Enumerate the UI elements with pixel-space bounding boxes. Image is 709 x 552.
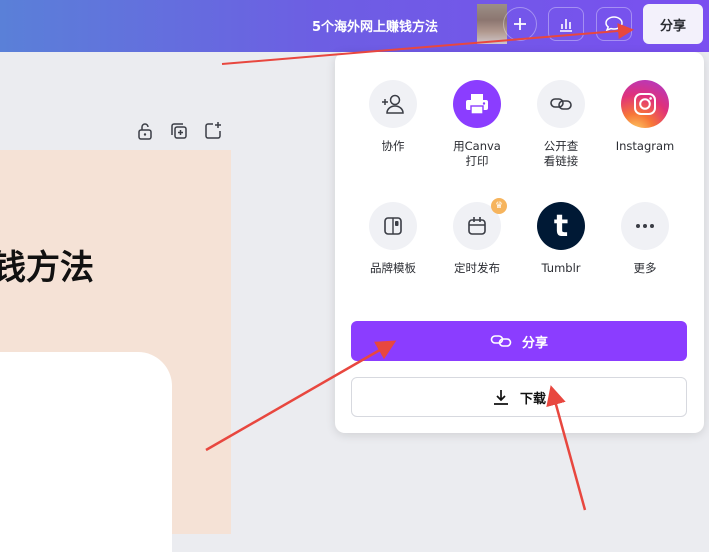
option-instagram[interactable]: Instagram: [603, 80, 687, 154]
share-button[interactable]: 分享: [351, 321, 687, 361]
option-label: 更多: [633, 261, 657, 275]
instagram-icon: [634, 93, 656, 115]
download-button-label: 下载: [519, 391, 546, 407]
link-icon: [550, 98, 572, 110]
collaborate-icon: [382, 94, 404, 114]
option-label: 品牌模板: [370, 261, 416, 275]
share-button-label: 分享: [521, 335, 548, 351]
top-toolbar: 5个海外网上赚钱方法 分享: [0, 0, 709, 52]
bar-chart-icon: [560, 19, 572, 32]
option-print[interactable]: 用Canva 打印: [435, 80, 519, 169]
share-top-button[interactable]: 分享: [643, 4, 703, 44]
option-label: 公开查 看链接: [543, 139, 579, 168]
tumblr-icon: t: [553, 208, 569, 244]
link-icon: [490, 335, 512, 347]
option-label: Tumblr: [541, 261, 581, 275]
more-icon: [636, 224, 654, 228]
option-label: Instagram: [615, 139, 675, 153]
crown-icon: ♛: [491, 198, 507, 214]
plus-icon: [514, 18, 526, 30]
page-heading[interactable]: 钱方法: [0, 240, 94, 289]
page-card[interactable]: [0, 352, 172, 552]
add-page-icon[interactable]: [203, 121, 223, 141]
printer-icon: [466, 94, 488, 115]
option-more[interactable]: 更多: [603, 202, 687, 276]
option-label: 用Canva 打印: [453, 139, 501, 168]
option-label: 定时发布: [454, 261, 500, 275]
option-tumblr[interactable]: t Tumblr: [519, 202, 603, 276]
download-icon: [493, 390, 508, 405]
document-title[interactable]: 5个海外网上赚钱方法: [300, 16, 450, 35]
calendar-icon: [468, 217, 486, 235]
share-panel: 协作 用Canva 打印 公开查 看链接 Instagram 品牌模板 ♛ 定时…: [335, 52, 704, 433]
download-button[interactable]: 下载: [351, 377, 687, 417]
add-collaborator-button[interactable]: [503, 7, 537, 41]
page-actions: [135, 121, 223, 141]
option-public-link[interactable]: 公开查 看链接: [519, 80, 603, 169]
option-collaborate[interactable]: 协作: [351, 80, 435, 154]
comments-button[interactable]: [596, 7, 632, 41]
brand-template-icon: [384, 217, 402, 235]
option-brand-template[interactable]: 品牌模板: [351, 202, 435, 276]
lock-icon[interactable]: [135, 121, 155, 141]
option-label: 协作: [381, 139, 405, 153]
insights-button[interactable]: [548, 7, 584, 41]
option-schedule[interactable]: ♛ 定时发布: [435, 198, 519, 276]
duplicate-icon[interactable]: [169, 121, 189, 141]
comment-icon: [605, 16, 623, 32]
